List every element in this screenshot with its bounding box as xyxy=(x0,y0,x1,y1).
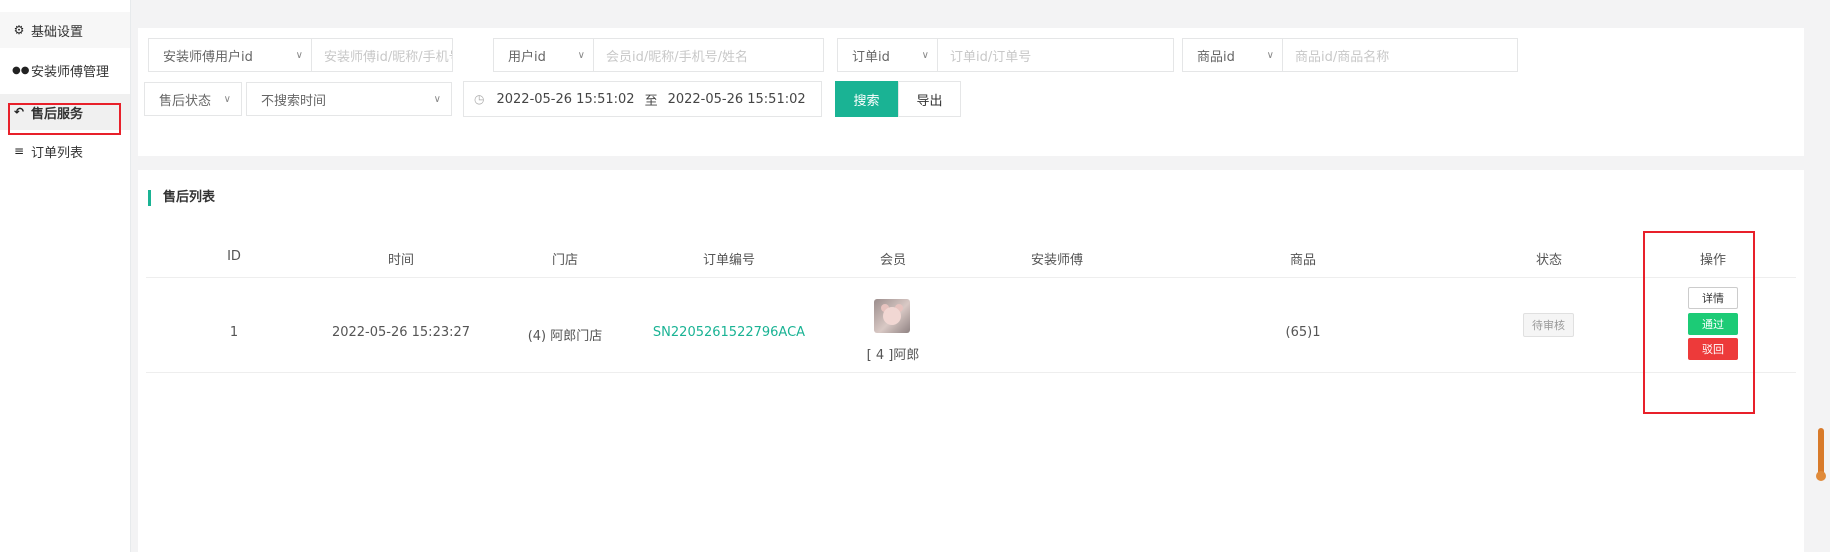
sidebar-item-label: 订单列表 xyxy=(31,145,84,161)
clock-icon: ◷ xyxy=(474,92,485,106)
column-header-product: 商品 xyxy=(1289,253,1317,268)
user-select-label: 用户id xyxy=(508,49,546,65)
filter-panel: 安装师傅用户id ∨ 安装师傅id/昵称/手机号/姓 用户id ∨ 会员id/昵… xyxy=(138,28,1804,156)
user-select[interactable]: 用户id ∨ xyxy=(494,39,594,71)
product-search-input[interactable]: 商品id/商品名称 xyxy=(1283,39,1517,71)
date-end: 2022-05-26 15:51:02 xyxy=(667,91,806,107)
chevron-down-icon: ∨ xyxy=(295,49,303,61)
column-header-status: 状态 xyxy=(1535,253,1563,268)
search-button[interactable]: 搜索 xyxy=(835,81,898,117)
gear-icon: ⚙ xyxy=(13,23,25,37)
cell-time: 2022-05-26 15:23:27 xyxy=(331,325,471,340)
time-select[interactable]: 不搜索时间 ∨ xyxy=(246,82,452,116)
installer-select-label: 安装师傅用户id xyxy=(163,49,253,65)
sidebar-item-label: 基础设置 xyxy=(31,24,84,40)
row-divider xyxy=(146,372,1796,373)
status-select[interactable]: 售后状态 ∨ xyxy=(144,82,242,116)
cell-store: (4) 阿郎门店 xyxy=(527,329,603,344)
status-badge: 待审核 xyxy=(1523,313,1574,337)
order-filter: 订单id ∨ 订单id/订单号 xyxy=(837,38,1174,72)
sidebar-item-label: 安装师傅管理 xyxy=(31,64,110,80)
list-icon: ≡ xyxy=(13,144,25,158)
order-select[interactable]: 订单id ∨ xyxy=(838,39,938,71)
column-header-installer: 安装师傅 xyxy=(1030,253,1084,268)
users-icon: ●● xyxy=(12,64,30,76)
installer-select[interactable]: 安装师傅用户id ∨ xyxy=(149,39,312,71)
header-divider xyxy=(146,277,1796,278)
column-header-id: ID xyxy=(227,249,241,264)
sidebar-item-installer-management[interactable]: ●● 安装师傅管理 xyxy=(0,52,130,88)
cell-member: [ 4 ]阿郎 xyxy=(866,348,920,363)
member-search-input[interactable]: 会员id/昵称/手机号/姓名 xyxy=(594,39,823,71)
installer-filter: 安装师傅用户id ∨ 安装师傅id/昵称/手机号/姓 xyxy=(148,38,453,72)
user-filter: 用户id ∨ 会员id/昵称/手机号/姓名 xyxy=(493,38,824,72)
cell-id: 1 xyxy=(229,325,239,340)
after-sales-list-panel: 售后列表 ID 时间 门店 订单编号 会员 安装师傅 商品 状态 操作 1 20… xyxy=(138,170,1804,552)
sidebar: ⚙ 基础设置 ●● 安装师傅管理 ↶ 售后服务 ≡ 订单列表 xyxy=(0,0,131,552)
list-title: 售后列表 xyxy=(148,190,215,206)
column-header-time: 时间 xyxy=(387,253,415,268)
product-select-label: 商品id xyxy=(1197,49,1235,65)
sidebar-item-basic-settings[interactable]: ⚙ 基础设置 xyxy=(0,12,130,48)
chevron-down-icon: ∨ xyxy=(433,93,441,105)
product-select[interactable]: 商品id ∨ xyxy=(1183,39,1283,71)
installer-search-input[interactable]: 安装师傅id/昵称/手机号/姓 xyxy=(312,39,452,71)
time-select-label: 不搜索时间 xyxy=(261,93,327,109)
column-header-order-no: 订单编号 xyxy=(702,253,756,268)
chevron-down-icon: ∨ xyxy=(1266,49,1274,61)
chevron-down-icon: ∨ xyxy=(577,49,585,61)
highlight-box xyxy=(8,103,121,135)
order-number-link[interactable]: SN2205261522796ACA xyxy=(653,325,805,340)
order-search-input[interactable]: 订单id/订单号 xyxy=(938,39,1173,71)
cell-product: (65)1 xyxy=(1285,325,1321,340)
status-select-label: 售后状态 xyxy=(159,93,212,109)
chevron-down-icon: ∨ xyxy=(223,93,231,105)
highlight-box xyxy=(1643,231,1755,414)
date-separator: 至 xyxy=(644,93,658,109)
scrollbar-thumb[interactable] xyxy=(1816,471,1826,481)
order-select-label: 订单id xyxy=(852,49,890,65)
sidebar-item-order-list[interactable]: ≡ 订单列表 xyxy=(0,133,130,169)
date-range-input[interactable]: ◷ 2022-05-26 15:51:02 至 2022-05-26 15:51… xyxy=(463,81,822,117)
product-filter: 商品id ∨ 商品id/商品名称 xyxy=(1182,38,1518,72)
export-button[interactable]: 导出 xyxy=(898,81,961,117)
date-start: 2022-05-26 15:51:02 xyxy=(496,91,635,107)
column-header-store: 门店 xyxy=(551,253,579,268)
avatar xyxy=(874,299,910,333)
chevron-down-icon: ∨ xyxy=(921,49,929,61)
column-header-member: 会员 xyxy=(879,253,907,268)
